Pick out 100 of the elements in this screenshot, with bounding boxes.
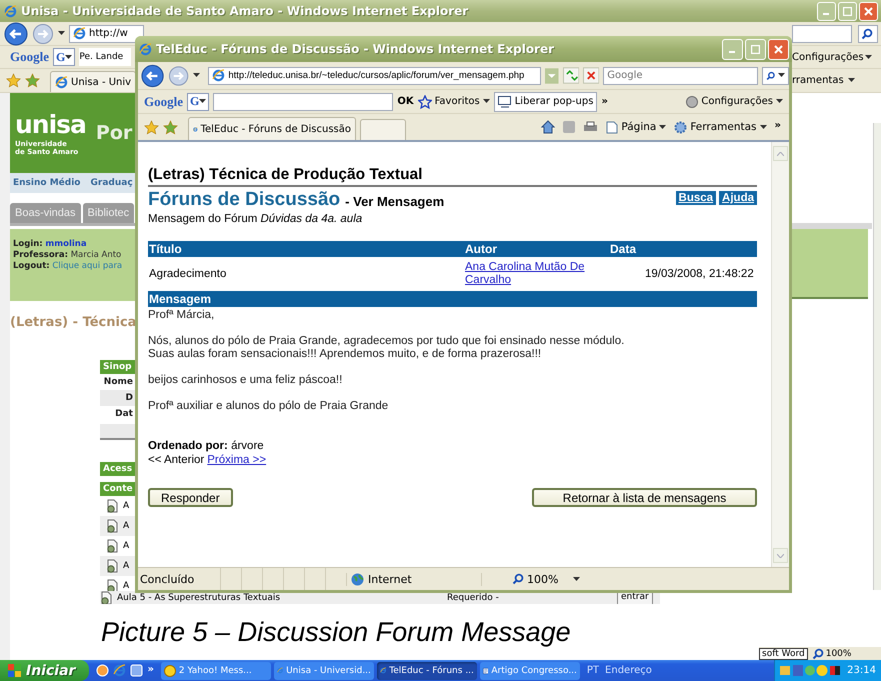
caret-icon[interactable] — [848, 78, 855, 83]
nav-link[interactable]: Ajuda — [719, 191, 757, 205]
session-info: Logout: Clique aqui para — [13, 261, 124, 271]
address-toolbar[interactable]: Endereço — [605, 665, 652, 676]
document-icon — [106, 519, 119, 533]
back-button[interactable] — [141, 64, 164, 88]
taskbar-button[interactable]: TelEduc - Fóruns ... — [376, 662, 477, 680]
star-icon[interactable] — [144, 120, 159, 134]
page-icon — [73, 27, 86, 40]
field-label: Dat — [114, 408, 134, 421]
search-engine-button[interactable]: G — [187, 92, 210, 110]
taskbar-button[interactable]: 2 Yahoo! Mess... — [160, 662, 271, 680]
next-link[interactable]: Próxima >> — [207, 454, 266, 466]
caret-icon[interactable] — [482, 99, 490, 104]
star-icon[interactable] — [6, 73, 21, 88]
caret-icon[interactable] — [58, 31, 65, 36]
browser-tab[interactable]: Unisa - Univ — [50, 71, 136, 92]
search-button[interactable] — [858, 24, 878, 42]
back-button[interactable] — [4, 22, 28, 46]
star-icon[interactable] — [163, 120, 178, 134]
caret-icon[interactable] — [573, 576, 580, 582]
caret-icon[interactable] — [760, 124, 767, 130]
close-icon — [864, 6, 873, 16]
caret-icon[interactable] — [199, 99, 206, 104]
content-item[interactable]: A — [123, 581, 130, 591]
home-icon[interactable] — [541, 120, 556, 134]
caret-icon[interactable] — [659, 124, 666, 130]
nav-link[interactable]: Ensino Médio — [13, 178, 80, 188]
popup-button[interactable]: Liberar pop-ups — [494, 92, 598, 112]
search-field[interactable] — [792, 24, 852, 42]
message-text: Profª auxiliar e alunos do pólo de Praia Grande — [148, 400, 390, 412]
caret-icon[interactable] — [864, 54, 872, 60]
session-info: Login: mmolina — [13, 239, 88, 249]
nav-link[interactable]: Busca — [676, 191, 716, 205]
address-field[interactable]: http://teleduc.unisa.br/~teleduc/cursos/aplic/forum/ver_mensagem.php — [208, 66, 542, 84]
message-text: Profª Márcia, — [148, 309, 216, 321]
desktop-icon[interactable] — [130, 664, 144, 677]
tools-menu[interactable]: rramentas — [792, 75, 881, 86]
nav-link[interactable]: Graduaç — [90, 178, 133, 188]
toolbar-search-field[interactable] — [213, 92, 394, 110]
taskbar-button[interactable]: Artigo Congresso... — [480, 662, 580, 680]
language-indicator[interactable]: PT — [586, 665, 600, 676]
maximize-icon — [843, 6, 852, 16]
zoom-control[interactable]: 100% — [481, 572, 789, 586]
caret-icon[interactable] — [65, 54, 72, 60]
page-icon — [606, 120, 618, 134]
search-icon[interactable] — [766, 70, 775, 82]
page-icon — [212, 69, 226, 82]
address-field[interactable]: http://w — [69, 24, 144, 42]
reply-button[interactable]: Responder — [148, 488, 233, 507]
content-item[interactable]: A — [123, 501, 130, 511]
close-button[interactable] — [768, 38, 789, 60]
close-icon — [774, 44, 783, 54]
document-icon — [106, 499, 119, 513]
author-link[interactable]: Ana Carolina Mutão De Carvalho — [465, 261, 615, 287]
return-button[interactable]: Retornar à lista de mensagens — [532, 488, 757, 507]
toolbar-logo: Google — [10, 49, 49, 65]
search-icon[interactable] — [861, 28, 873, 40]
print-icon[interactable] — [583, 120, 598, 134]
sort-order: Ordenado por: árvore — [148, 440, 265, 452]
content-item[interactable]: A — [123, 521, 130, 531]
command-menu[interactable]: Página — [606, 120, 666, 134]
previous-label: << Anterior — [148, 454, 204, 466]
star-icon[interactable] — [25, 73, 40, 88]
requirement-label: Requerido - — [447, 593, 500, 603]
caret-icon[interactable] — [193, 73, 200, 78]
settings-menu[interactable]: Configurações — [792, 52, 881, 62]
taskbar-button[interactable]: Unisa - Universid... — [274, 662, 374, 680]
settings-menu[interactable]: Configurações — [686, 96, 783, 108]
caret-icon[interactable] — [778, 73, 785, 78]
scrollbar[interactable] — [873, 123, 881, 590]
page-title: Fóruns de Discussão — [148, 189, 340, 211]
status-text: soft Word — [759, 648, 808, 660]
search-button[interactable] — [762, 66, 789, 84]
ie-icon — [55, 76, 68, 88]
stop-icon[interactable] — [582, 67, 600, 84]
search-engine-button[interactable]: G — [53, 48, 76, 66]
search-icon[interactable] — [812, 648, 824, 660]
table-cell-text: 19/03/2008, 21:48:22 — [645, 268, 755, 280]
more-button[interactable]: » — [147, 664, 154, 675]
content-item[interactable]: A — [123, 561, 130, 571]
column-header: Autor — [465, 242, 498, 256]
forum-name: Mensagem do Fórum Dúvidas da 4a. aula — [148, 213, 364, 225]
caret-icon[interactable] — [776, 99, 783, 104]
browser-tab[interactable]: TelEduc - Fóruns de Discussão — [188, 117, 356, 140]
search-field[interactable]: Google — [603, 66, 758, 84]
search-icon[interactable] — [512, 573, 524, 585]
window-title: Unisa - Universidade de Santo Amaro - Windows Internet Explorer — [21, 4, 470, 18]
close-button[interactable] — [859, 2, 878, 20]
section-header: Conte — [100, 482, 135, 496]
favorites-menu[interactable]: Favoritos — [418, 94, 490, 108]
lesson-title[interactable]: Aula 5 - As Superestruturas Textuais — [117, 593, 447, 603]
search-field[interactable]: Pe. Lande — [79, 48, 132, 66]
more-button[interactable]: » — [774, 120, 781, 131]
content-item[interactable]: A — [123, 541, 130, 551]
toolbar-item[interactable]: » — [601, 96, 608, 107]
refresh-icon[interactable] — [562, 67, 579, 84]
zoom-control[interactable]: 100% — [812, 648, 852, 660]
toolbar-item[interactable]: OK — [397, 96, 414, 107]
command-menu[interactable]: Ferramentas — [674, 120, 767, 134]
